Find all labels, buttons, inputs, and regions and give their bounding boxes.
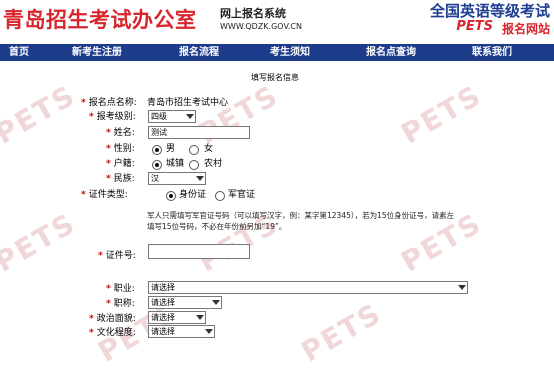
education-label: * 文化程度: xyxy=(89,328,136,338)
political-label: * 政治面貌: xyxy=(89,314,136,324)
household-rural-label: 农村 xyxy=(204,159,223,169)
chevron-down-icon xyxy=(457,282,466,293)
chevron-down-icon xyxy=(195,173,204,184)
id-type-label: * 证件类型: xyxy=(81,190,128,200)
household-rural-radio[interactable] xyxy=(189,160,199,170)
nav-register[interactable]: 新考生注册 xyxy=(72,44,122,61)
id-number-input[interactable] xyxy=(148,244,250,259)
nav-process[interactable]: 报名流程 xyxy=(179,44,219,61)
gender-female-label: 女 xyxy=(204,144,214,154)
page-header: 青岛招生考试办公室 网上报名系统 WWW.QDZK.GOV.CN 全国英语等级考… xyxy=(0,0,554,44)
pets-logo: PETS xyxy=(456,19,493,34)
watermark-text: PETS xyxy=(192,78,285,151)
id-type-idcard-radio[interactable] xyxy=(166,191,176,201)
exam-level-select[interactable]: 四级 xyxy=(148,110,196,123)
id-type-idcard-label: 身份证 xyxy=(179,190,207,200)
id-note: 军人只需填写军官证号码（可以填写汉字，例：某字第12345），若为15位身份证号… xyxy=(147,211,455,231)
household-urban-label: 城镇 xyxy=(166,159,185,169)
id-type-officer-radio[interactable] xyxy=(215,191,225,201)
pets-reg-label: 报名网站 xyxy=(501,22,550,36)
chevron-down-icon xyxy=(211,297,220,308)
chevron-down-icon xyxy=(185,111,194,122)
chevron-down-icon xyxy=(204,326,213,337)
nav-notice[interactable]: 考生须知 xyxy=(270,44,310,61)
watermark-text: PETS xyxy=(0,78,82,151)
gender-label: * 性别: xyxy=(106,144,135,154)
gender-male-label: 男 xyxy=(166,144,176,154)
name-input[interactable]: 测试 xyxy=(148,126,250,139)
title-rank-label: * 职称: xyxy=(106,299,135,309)
form-title: 填写报名信息 xyxy=(251,73,299,82)
exam-level-label: * 报考级别: xyxy=(89,112,136,122)
watermark-text: PETS xyxy=(395,78,488,151)
ethnicity-label: * 民族: xyxy=(106,174,135,184)
chevron-down-icon xyxy=(195,312,204,323)
education-select[interactable]: 请选择 xyxy=(148,325,215,338)
brand-subtitle: 网上报名系统 xyxy=(220,7,286,20)
id-type-officer-label: 军官证 xyxy=(228,190,256,200)
brand-title: 青岛招生考试办公室 xyxy=(3,8,197,32)
occupation-label: * 职业: xyxy=(106,284,135,294)
brand-url: WWW.QDZK.GOV.CN xyxy=(220,22,302,31)
title-rank-select[interactable]: 请选择 xyxy=(148,296,222,309)
gender-male-radio[interactable] xyxy=(152,145,162,155)
occupation-select[interactable]: 请选择 xyxy=(148,281,468,294)
gender-female-radio[interactable] xyxy=(189,145,199,155)
watermark-text: PETS xyxy=(295,296,388,369)
ethnicity-select[interactable]: 汉 xyxy=(148,172,206,185)
id-number-label: * 证件号: xyxy=(98,251,136,261)
household-label: * 户籍: xyxy=(106,159,135,169)
exam-site-value: 青岛市招生考试中心 xyxy=(147,98,229,108)
nav-contact[interactable]: 联系我们 xyxy=(472,44,512,61)
main-nav: 首页 新考生注册 报名流程 考生须知 报名点查询 联系我们 xyxy=(0,44,554,61)
watermark-text: PETS xyxy=(0,206,82,279)
political-select[interactable]: 请选择 xyxy=(148,311,206,324)
nav-home[interactable]: 首页 xyxy=(9,44,29,61)
pets-title: 全国英语等级考试 xyxy=(429,2,550,20)
household-urban-radio[interactable] xyxy=(152,160,162,170)
exam-site-label: * 报名点名称: xyxy=(81,98,137,108)
name-label: * 姓名: xyxy=(106,128,135,138)
nav-site-query[interactable]: 报名点查询 xyxy=(366,44,416,61)
